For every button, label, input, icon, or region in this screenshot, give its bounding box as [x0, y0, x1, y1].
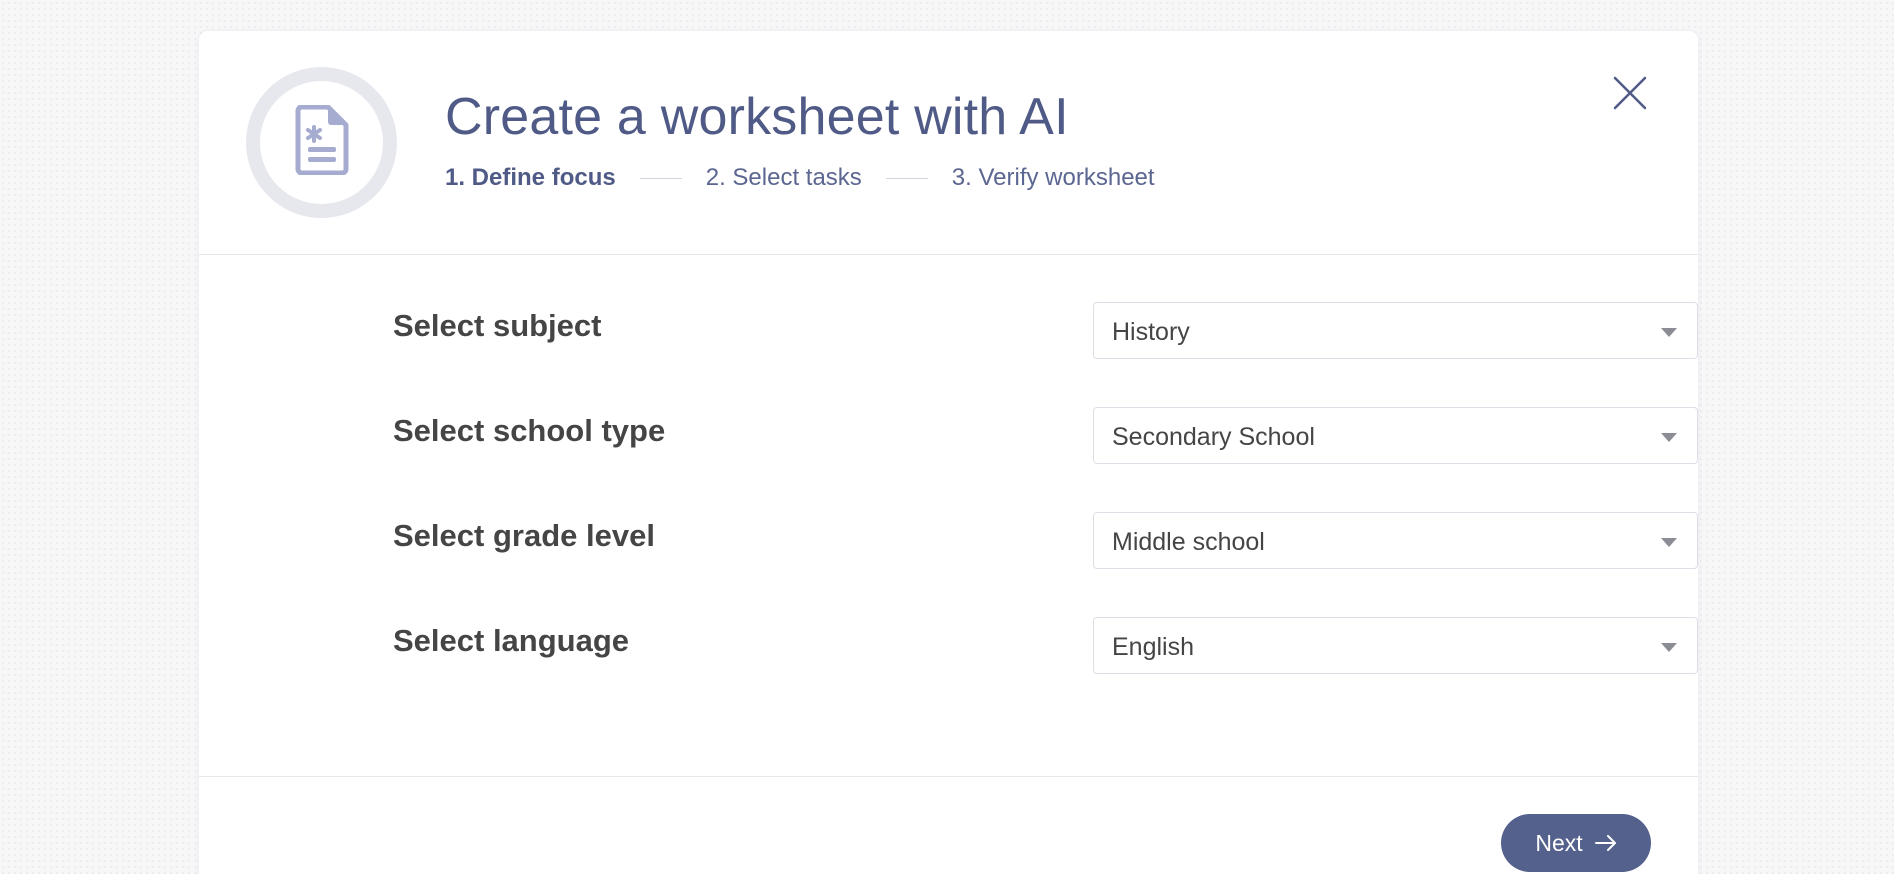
- dialog-header: Create a worksheet with AI 1. Define foc…: [199, 31, 1698, 255]
- language-select[interactable]: English: [1093, 617, 1698, 674]
- next-button-label: Next: [1535, 829, 1583, 856]
- next-button[interactable]: Next: [1501, 814, 1651, 872]
- subject-label: Select subject: [393, 308, 602, 343]
- subject-select[interactable]: History: [1093, 302, 1698, 359]
- grade-level-select[interactable]: Middle school: [1093, 512, 1698, 569]
- language-value: English: [1112, 633, 1194, 661]
- grade-level-row: Select grade level Middle school: [393, 512, 1698, 569]
- school-type-label: Select school type: [393, 413, 666, 448]
- close-icon: [1613, 76, 1647, 115]
- arrow-right-icon: [1594, 835, 1617, 851]
- step-divider: [639, 177, 682, 179]
- language-row: Select language English: [393, 617, 1698, 674]
- grade-level-label: Select grade level: [393, 518, 655, 553]
- stepper: 1. Define focus 2. Select tasks 3. Verif…: [445, 164, 1155, 192]
- language-label: Select language: [393, 623, 630, 658]
- document-badge: [246, 67, 397, 218]
- subject-row: Select subject History: [393, 302, 1698, 359]
- caret-down-icon: [1661, 433, 1677, 442]
- school-type-select[interactable]: Secondary School: [1093, 407, 1698, 464]
- caret-down-icon: [1661, 643, 1677, 652]
- step-divider: [885, 177, 928, 179]
- caret-down-icon: [1661, 538, 1677, 547]
- document-asterisk-icon: [295, 104, 349, 180]
- step-verify-worksheet: 3. Verify worksheet: [951, 164, 1155, 191]
- create-worksheet-dialog: Create a worksheet with AI 1. Define foc…: [198, 30, 1699, 874]
- dialog-footer: Next: [199, 777, 1698, 874]
- school-type-row: Select school type Secondary School: [393, 407, 1698, 464]
- close-button[interactable]: [1612, 76, 1648, 115]
- grade-level-value: Middle school: [1112, 528, 1265, 556]
- step-define-focus: 1. Define focus: [445, 164, 616, 191]
- caret-down-icon: [1661, 328, 1677, 337]
- form-body: Select subject History Select school typ…: [199, 255, 1698, 777]
- dialog-title: Create a worksheet with AI: [445, 88, 1069, 146]
- school-type-value: Secondary School: [1112, 423, 1315, 451]
- subject-value: History: [1112, 318, 1190, 346]
- step-select-tasks: 2. Select tasks: [705, 164, 862, 191]
